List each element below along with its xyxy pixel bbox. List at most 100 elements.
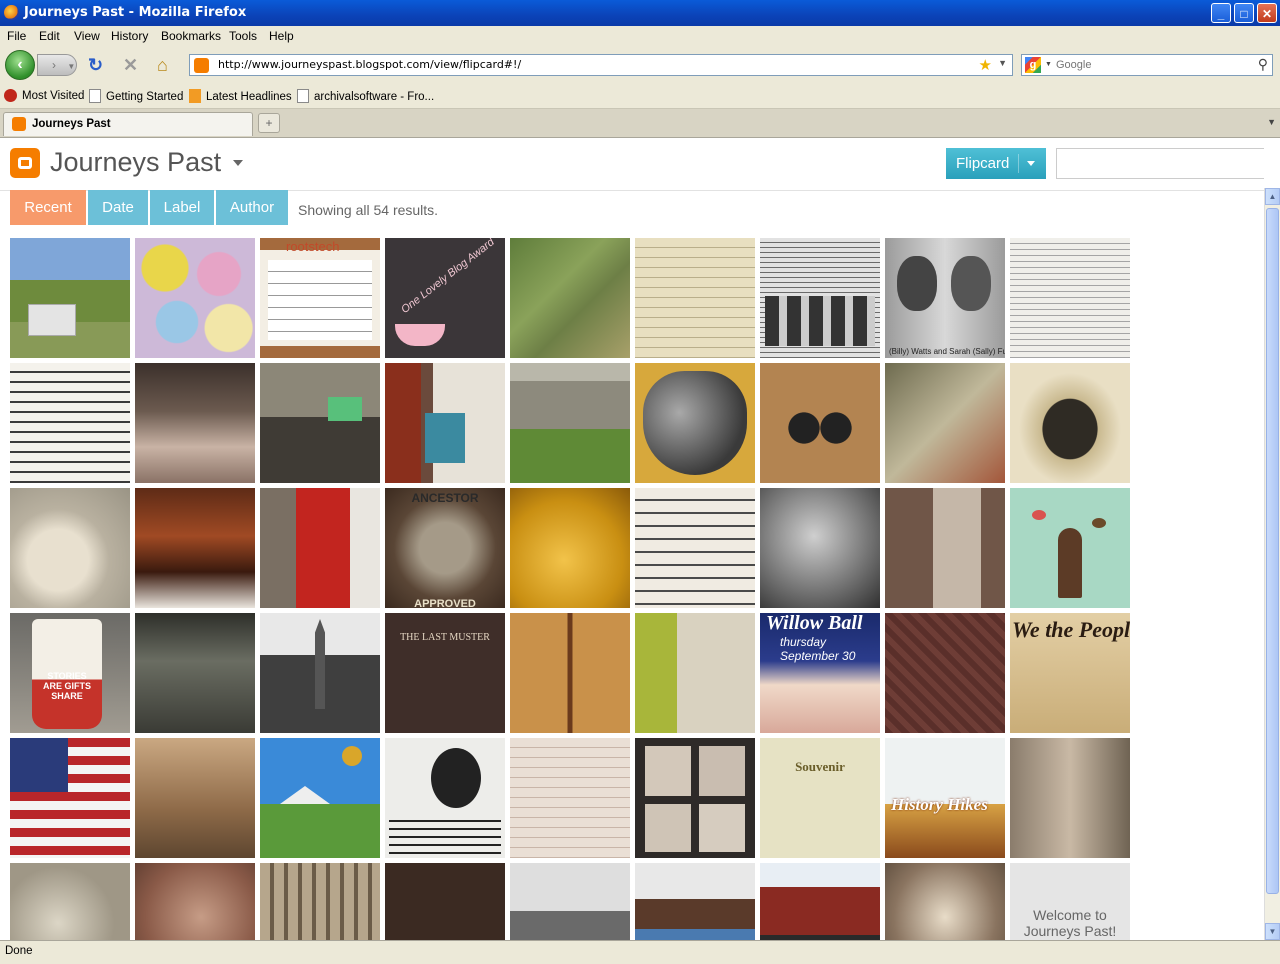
post-tile[interactable] — [260, 363, 380, 483]
post-tile[interactable] — [260, 738, 380, 858]
post-tile[interactable] — [885, 613, 1005, 733]
post-tile[interactable] — [760, 238, 880, 358]
welcome-tile[interactable]: Welcome to Journeys Past! — [1010, 863, 1130, 940]
home-icon[interactable]: ⌂ — [157, 56, 168, 74]
search-engine-dropdown-icon[interactable]: ▼ — [1045, 61, 1052, 68]
filter-label[interactable]: Label — [150, 190, 214, 225]
post-tile[interactable] — [260, 613, 380, 733]
post-tile[interactable] — [135, 738, 255, 858]
post-tile[interactable] — [135, 488, 255, 608]
menu-view[interactable]: View — [74, 29, 100, 43]
post-tile[interactable]: ANCESTOR APPROVED — [385, 488, 505, 608]
tab-list-icon[interactable]: ▼ — [1267, 117, 1276, 127]
post-tile[interactable] — [260, 488, 380, 608]
post-tile[interactable] — [760, 363, 880, 483]
menu-file[interactable]: File — [7, 29, 26, 43]
minimize-button[interactable]: _ — [1211, 3, 1231, 23]
post-tile[interactable] — [510, 863, 630, 940]
post-tile[interactable] — [635, 613, 755, 733]
address-url[interactable]: http://www.journeyspast.blogspot.com/vie… — [218, 58, 521, 71]
post-tile[interactable]: Willow Ball thursday September 30 — [760, 613, 880, 733]
bookmark-label: archivalsoftware - Fro... — [314, 91, 435, 103]
post-tile[interactable] — [260, 863, 380, 940]
filter-date[interactable]: Date — [88, 190, 148, 225]
post-tile[interactable] — [1010, 363, 1130, 483]
post-tile[interactable] — [885, 488, 1005, 608]
post-tile[interactable]: (Billy) Watts and Sarah (Sally) Fuller — [885, 238, 1005, 358]
scrollbar-thumb[interactable] — [1266, 208, 1279, 894]
bookmark-most-visited[interactable]: Most Visited — [4, 89, 84, 102]
menu-bookmarks[interactable]: Bookmarks — [161, 29, 221, 43]
post-tile[interactable] — [385, 863, 505, 940]
post-tile[interactable] — [135, 238, 255, 358]
post-tile[interactable]: One Lovely Blog Award — [385, 238, 505, 358]
post-tile[interactable] — [385, 738, 505, 858]
address-bar[interactable]: http://www.journeyspast.blogspot.com/vie… — [189, 54, 1013, 76]
page-icon — [297, 89, 309, 103]
new-tab-button[interactable]: + — [258, 113, 280, 133]
post-tile[interactable] — [635, 738, 755, 858]
post-tile[interactable] — [635, 363, 755, 483]
post-tile[interactable] — [10, 238, 130, 358]
bookmark-latest-headlines[interactable]: Latest Headlines — [189, 89, 292, 103]
search-input[interactable] — [1056, 57, 1246, 73]
blogger-logo-icon[interactable] — [10, 148, 40, 178]
blog-search-input[interactable] — [1056, 148, 1264, 179]
search-icon[interactable]: ⚲ — [1258, 56, 1268, 73]
post-tile[interactable]: rootstech — [260, 238, 380, 358]
vertical-scrollbar[interactable]: ▲ ▼ — [1264, 188, 1280, 940]
view-selector-button[interactable]: Flipcard — [946, 148, 1046, 179]
post-tile[interactable]: STORIES ARE GIFTS SHARE — [10, 613, 130, 733]
post-tile[interactable] — [885, 363, 1005, 483]
scroll-down-icon[interactable]: ▼ — [1265, 923, 1280, 940]
reload-icon[interactable]: ↻ — [88, 56, 103, 74]
stop-icon[interactable]: ✕ — [123, 56, 138, 74]
address-dropdown-icon[interactable]: ▼ — [998, 58, 1007, 68]
post-tile[interactable] — [635, 863, 755, 940]
post-tile[interactable] — [510, 238, 630, 358]
post-tile[interactable] — [10, 738, 130, 858]
post-tile[interactable] — [635, 488, 755, 608]
post-tile[interactable] — [135, 363, 255, 483]
post-tile[interactable] — [135, 613, 255, 733]
post-tile[interactable] — [385, 363, 505, 483]
post-tile[interactable] — [760, 863, 880, 940]
post-tile[interactable] — [885, 863, 1005, 940]
menu-help[interactable]: Help — [269, 29, 294, 43]
menu-tools[interactable]: Tools — [229, 29, 257, 43]
tab-journeys-past[interactable]: Journeys Past — [3, 112, 253, 136]
post-tile[interactable] — [135, 863, 255, 940]
post-tile[interactable] — [10, 488, 130, 608]
forward-button[interactable]: › ▼ — [37, 54, 77, 76]
close-button[interactable]: ✕ — [1257, 3, 1277, 23]
post-tile[interactable]: THE LAST MUSTER — [385, 613, 505, 733]
post-tile[interactable] — [1010, 238, 1130, 358]
post-tile[interactable]: History Hikes — [885, 738, 1005, 858]
menu-edit[interactable]: Edit — [39, 29, 60, 43]
post-tile[interactable] — [10, 863, 130, 940]
blog-title[interactable]: Journeys Past — [50, 147, 221, 178]
post-tile[interactable] — [510, 738, 630, 858]
filter-recent[interactable]: Recent — [10, 190, 86, 225]
back-button[interactable]: ‹ — [5, 50, 35, 80]
post-tile[interactable] — [10, 363, 130, 483]
menu-history[interactable]: History — [111, 29, 148, 43]
chevron-down-icon[interactable] — [233, 160, 243, 166]
post-tile[interactable] — [1010, 488, 1130, 608]
google-icon[interactable]: g — [1025, 57, 1041, 73]
search-box[interactable]: g ▼ ⚲ — [1021, 54, 1273, 76]
post-tile[interactable] — [635, 238, 755, 358]
scroll-up-icon[interactable]: ▲ — [1265, 188, 1280, 205]
bookmark-getting-started[interactable]: Getting Started — [89, 89, 183, 103]
bookmark-star-icon[interactable]: ★ — [979, 56, 992, 74]
maximize-button[interactable]: □ — [1234, 3, 1254, 23]
post-tile[interactable] — [760, 488, 880, 608]
post-tile[interactable] — [510, 613, 630, 733]
post-tile[interactable]: Souvenir — [760, 738, 880, 858]
post-tile[interactable]: We the People — [1010, 613, 1130, 733]
post-tile[interactable] — [510, 363, 630, 483]
post-tile[interactable] — [1010, 738, 1130, 858]
post-tile[interactable] — [510, 488, 630, 608]
bookmark-archivalsoftware[interactable]: archivalsoftware - Fro... — [297, 89, 434, 103]
filter-author[interactable]: Author — [216, 190, 288, 225]
